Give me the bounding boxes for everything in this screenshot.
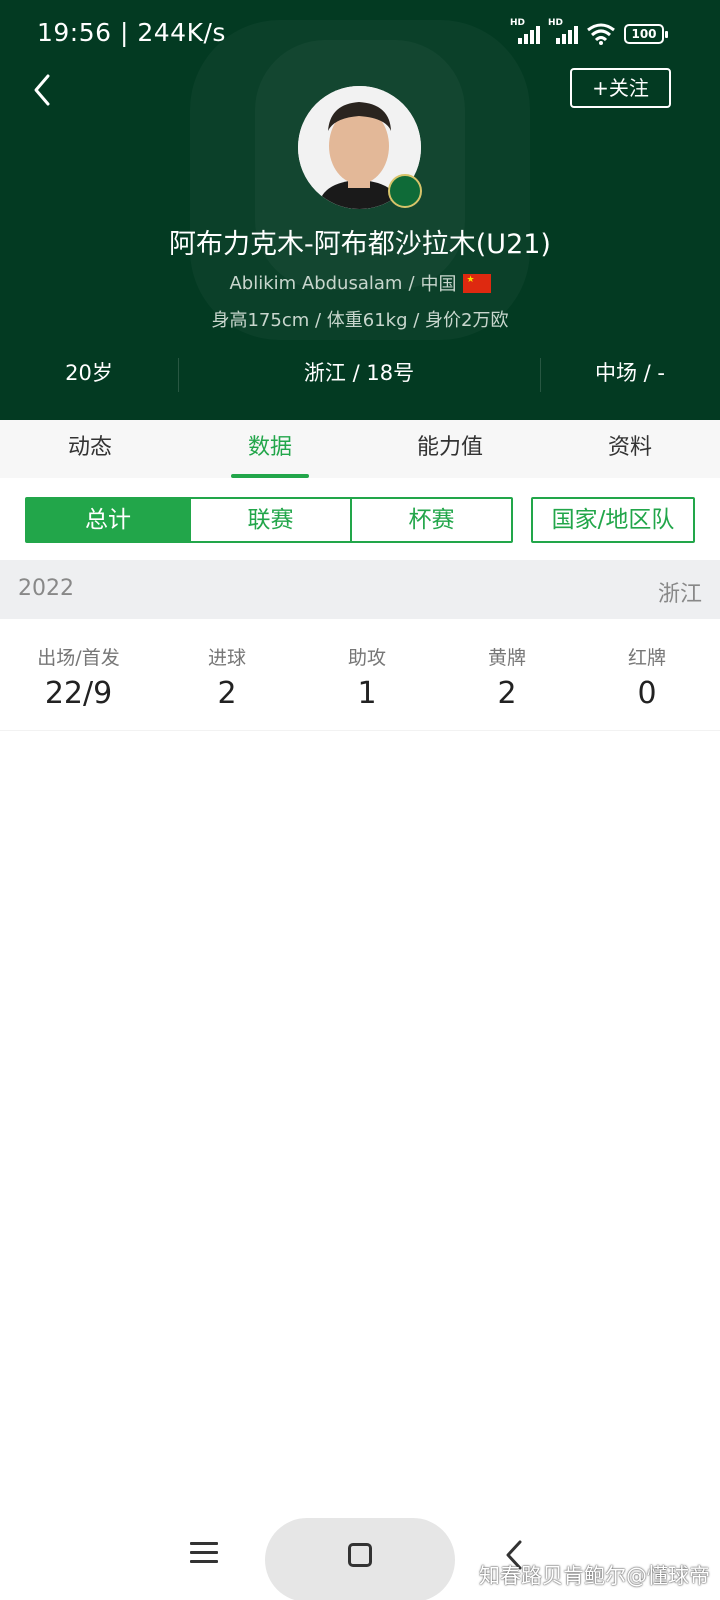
nationality: 中国 bbox=[420, 274, 457, 295]
stat-assists: 助攻 1 bbox=[297, 619, 437, 730]
tab-data[interactable]: 数据 bbox=[180, 420, 360, 478]
season-year: 2022 bbox=[18, 576, 74, 601]
menu-icon[interactable] bbox=[190, 1542, 218, 1566]
network-speed: 244K/s bbox=[137, 18, 226, 47]
filter-national-team[interactable]: 国家/地区队 bbox=[533, 499, 693, 541]
stat-label: 助攻 bbox=[347, 647, 386, 669]
stat-goals: 进球 2 bbox=[157, 619, 297, 730]
sim1-hd-label: HD bbox=[510, 18, 526, 28]
signal-icon: HD bbox=[548, 18, 578, 46]
season-header: 2022 浙江 bbox=[0, 560, 720, 619]
stats-row: 出场/首发 22/9 进球 2 助攻 1 黄牌 2 红牌 0 bbox=[0, 619, 720, 731]
player-info-row: 20岁 浙江 / 18号 中场 / - bbox=[0, 352, 720, 394]
battery-icon: 100 bbox=[624, 24, 668, 44]
player-header: 19:56 | 244K/s HD HD 100 +关注 阿布力克木-阿布都沙拉… bbox=[0, 0, 720, 420]
filter-cup[interactable]: 杯赛 bbox=[350, 499, 511, 541]
filter-league[interactable]: 联赛 bbox=[189, 499, 350, 541]
battery-level: 100 bbox=[631, 27, 657, 41]
divider bbox=[540, 358, 541, 392]
stat-appearances: 出场/首发 22/9 bbox=[0, 619, 157, 730]
stat-yellow-cards: 黄牌 2 bbox=[437, 619, 577, 730]
player-club-number: 浙江 / 18号 bbox=[303, 361, 415, 385]
china-flag-icon: ★ bbox=[462, 273, 491, 293]
status-icons: HD HD 100 bbox=[510, 18, 668, 46]
sim2-hd-label: HD bbox=[548, 18, 564, 28]
stat-label: 红牌 bbox=[627, 647, 666, 669]
stat-value: 2 bbox=[497, 676, 517, 711]
national-team-filter: 国家/地区队 bbox=[531, 497, 695, 543]
stat-value: 1 bbox=[357, 676, 377, 711]
tab-ability[interactable]: 能力值 bbox=[360, 420, 540, 478]
signal-icon: HD bbox=[510, 18, 540, 46]
profile-tabs: 动态 数据 能力值 资料 bbox=[0, 420, 720, 478]
divider bbox=[178, 358, 179, 392]
player-position: 中场 / - bbox=[594, 361, 665, 385]
stat-label: 出场/首发 bbox=[37, 647, 120, 669]
separator: | bbox=[120, 18, 138, 47]
home-icon[interactable] bbox=[348, 1543, 372, 1567]
tab-profile[interactable]: 资料 bbox=[540, 420, 720, 478]
player-age: 20岁 bbox=[65, 361, 113, 385]
status-bar: 19:56 | 244K/s HD HD 100 bbox=[0, 0, 720, 70]
separator: / bbox=[408, 272, 415, 294]
english-name: Ablikim Abdusalam bbox=[229, 272, 403, 294]
tab-feed[interactable]: 动态 bbox=[0, 420, 180, 478]
club-badge-icon bbox=[388, 174, 422, 208]
player-physical-info: 身高175cm / 体重61kg / 身价2万欧 bbox=[211, 310, 509, 331]
season-team: 浙江 bbox=[657, 582, 702, 607]
clock: 19:56 bbox=[37, 18, 112, 47]
filter-total[interactable]: 总计 bbox=[27, 499, 189, 541]
stat-value: 22/9 bbox=[44, 676, 113, 711]
stat-label: 进球 bbox=[207, 647, 246, 669]
follow-button[interactable]: +关注 bbox=[570, 68, 671, 108]
stat-red-cards: 红牌 0 bbox=[577, 619, 717, 730]
player-name: 阿布力克木-阿布都沙拉木(U21) bbox=[169, 229, 551, 260]
watermark: 知春路贝肯鲍尔@懂球帝 bbox=[479, 1564, 710, 1588]
wifi-icon bbox=[587, 23, 615, 45]
stat-label: 黄牌 bbox=[487, 647, 526, 669]
player-subtitle: Ablikim Abdusalam / 中国 ★ bbox=[0, 270, 720, 296]
status-time: 19:56 | 244K/s bbox=[37, 18, 226, 47]
stat-value: 2 bbox=[217, 676, 237, 711]
stat-value: 0 bbox=[637, 676, 657, 711]
competition-filter: 总计 联赛 杯赛 bbox=[25, 497, 513, 543]
back-arrow-icon[interactable] bbox=[28, 70, 58, 110]
